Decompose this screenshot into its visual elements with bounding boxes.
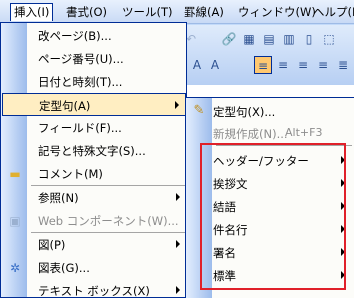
- character-scale-icon[interactable]: A: [206, 56, 224, 74]
- menu-item-label: テキスト ボックス(X): [38, 284, 150, 298]
- submenu-arrow-icon: [175, 101, 179, 109]
- excel-icon[interactable]: ▥: [280, 30, 298, 48]
- submenu-item-label: 新規作成(N)...: [213, 127, 288, 141]
- tables-icon[interactable]: ▦: [240, 30, 258, 48]
- menu-insert[interactable]: 挿入(I): [10, 3, 54, 21]
- submenu-item-label: 定型句(X)...: [213, 105, 276, 119]
- align-left-icon[interactable]: ≡: [254, 56, 272, 74]
- menu-window[interactable]: ウィンドウ(W): [234, 3, 320, 21]
- web-component-icon: ▣: [9, 214, 21, 228]
- menu-item-autotext[interactable]: 定型句(A): [2, 93, 186, 116]
- menu-item-diagram[interactable]: ✲ 図表(G)...: [2, 256, 186, 279]
- hyperlink-icon[interactable]: 🔗: [220, 30, 238, 48]
- menu-item-field[interactable]: フィールド(F)...: [2, 116, 186, 139]
- columns-icon[interactable]: ▯: [300, 30, 318, 48]
- align-right-icon[interactable]: ≡: [294, 56, 312, 74]
- submenu-arrow-icon: [176, 193, 180, 201]
- submenu-arrow-icon: [176, 240, 180, 248]
- menu-item-web-component[interactable]: ▣ Web コンポーネント(W)...: [2, 209, 186, 232]
- comment-icon: ▬: [9, 167, 21, 181]
- menu-item-label: 図表(G)...: [38, 261, 90, 275]
- autotext-icon: ✎: [193, 103, 205, 118]
- menu-item-label: ページ番号(U)...: [38, 52, 124, 66]
- menu-item-reference[interactable]: 参照(N): [2, 186, 186, 209]
- menu-item-picture[interactable]: 図(P): [2, 233, 186, 256]
- menu-item-symbol[interactable]: 記号と特殊文字(S)...: [2, 139, 186, 162]
- menu-help[interactable]: ヘルプ(H): [309, 3, 354, 21]
- menu-item-label: 図(P): [38, 238, 66, 252]
- menu-item-label: 改ページ(B)...: [38, 29, 112, 43]
- menu-bar: 挿入(I) 書式(O) ツール(T) 罫線(A) ウィンドウ(W) ヘルプ(H): [0, 0, 354, 24]
- shortcut-text: Alt+F3: [285, 126, 323, 139]
- menu-item-label: 日付と時刻(T)...: [38, 75, 123, 89]
- justify-icon[interactable]: ≡: [314, 56, 332, 74]
- menu-table[interactable]: 罫線(A): [180, 3, 228, 21]
- menu-item-page-number[interactable]: ページ番号(U)...: [2, 47, 186, 70]
- menu-item-comment[interactable]: ▬ コメント(M): [2, 162, 186, 185]
- menu-item-label: コメント(M): [38, 167, 103, 181]
- submenu-item-autotext[interactable]: ✎ 定型句(X)...: [187, 100, 353, 122]
- insert-menu: 改ページ(B)... ページ番号(U)... 日付と時刻(T)... 定型句(A…: [0, 22, 187, 298]
- menu-item-label: 定型句(A): [39, 99, 91, 113]
- highlight-annotation-box: [200, 143, 346, 290]
- formatting-toolbar: A A ≡ ≡ ≡ ≡ ≣: [180, 52, 354, 78]
- diagram-icon: ✲: [9, 261, 21, 275]
- menu-item-label: フィールド(F)...: [38, 121, 122, 135]
- table-insert-icon[interactable]: ▤: [260, 30, 278, 48]
- menu-item-page-break[interactable]: 改ページ(B)...: [2, 24, 186, 47]
- menu-item-label: Web コンポーネント(W)...: [38, 214, 179, 228]
- standard-toolbar: ↶ 🔗 ▦ ▤ ▥ ▯ ⬚: [180, 26, 354, 52]
- menu-tools[interactable]: ツール(T): [118, 3, 177, 21]
- submenu-item-new[interactable]: 新規作成(N)... Alt+F3: [187, 122, 353, 144]
- font-color-icon[interactable]: A: [188, 56, 206, 74]
- menu-item-label: 記号と特殊文字(S)...: [38, 144, 146, 158]
- drawing-icon[interactable]: ⬚: [320, 30, 338, 48]
- align-center-icon[interactable]: ≡: [274, 56, 292, 74]
- distribute-icon[interactable]: ≣: [334, 56, 352, 74]
- menu-item-label: 参照(N): [38, 191, 79, 205]
- menu-item-text-box[interactable]: テキスト ボックス(X): [2, 279, 186, 298]
- submenu-arrow-icon: [176, 286, 180, 294]
- menu-item-date-time[interactable]: 日付と時刻(T)...: [2, 70, 186, 93]
- menu-format[interactable]: 書式(O): [62, 3, 111, 21]
